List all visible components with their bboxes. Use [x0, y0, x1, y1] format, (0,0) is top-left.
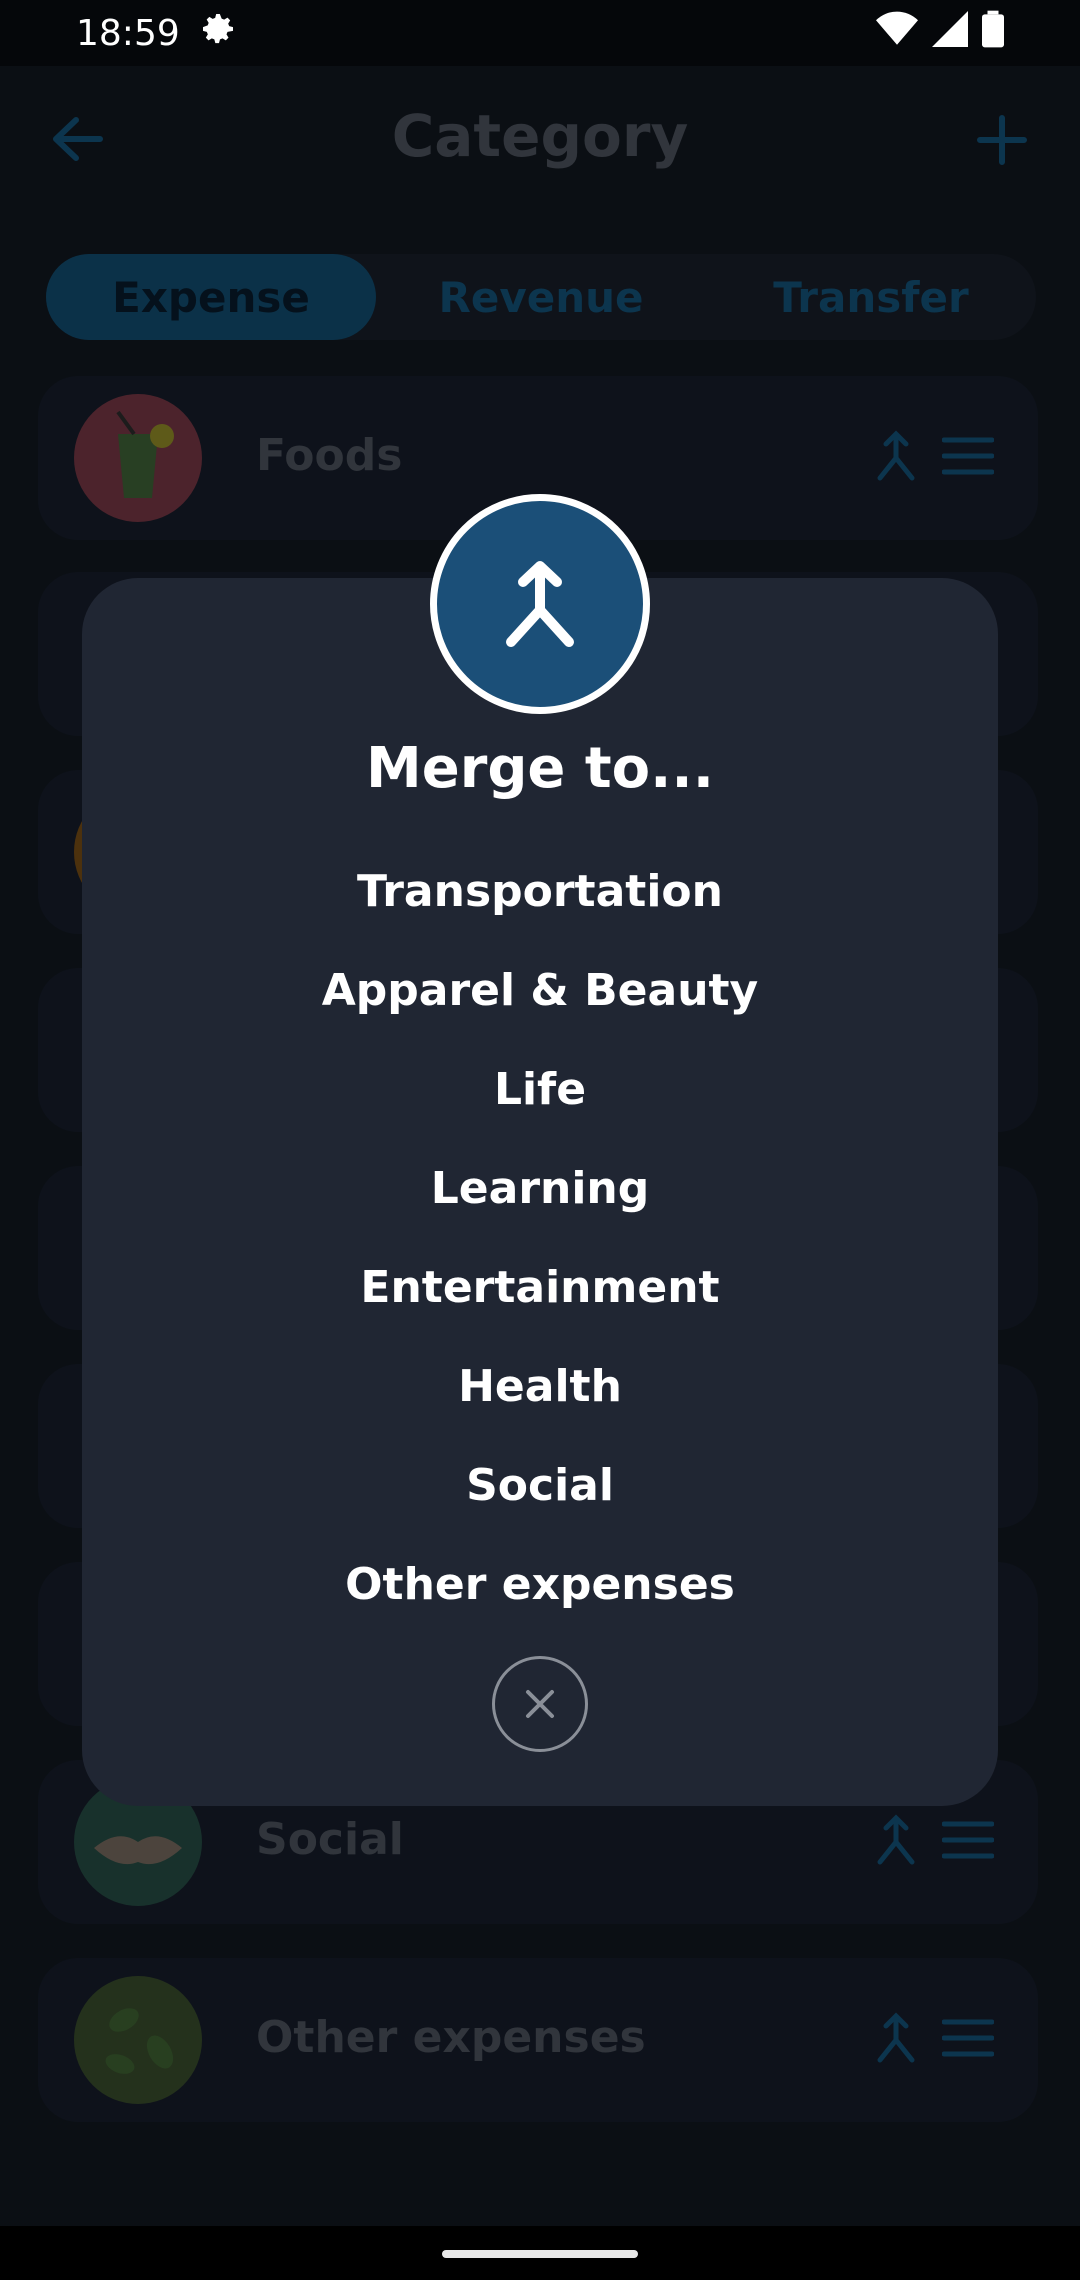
settings-icon	[198, 9, 238, 58]
close-icon	[526, 1690, 554, 1718]
battery-icon	[982, 10, 1004, 57]
merge-icon	[506, 561, 574, 647]
option-learning[interactable]: Learning	[82, 1139, 998, 1238]
wifi-icon	[876, 11, 918, 56]
merge-options-list: Transportation Apparel & Beauty Life Lea…	[82, 842, 998, 1634]
navigation-bar	[0, 2226, 1080, 2280]
signal-icon	[932, 10, 968, 56]
close-dialog-button[interactable]	[492, 1656, 588, 1752]
status-bar: 18:59	[0, 0, 1080, 66]
merge-badge	[430, 494, 650, 714]
option-entertainment[interactable]: Entertainment	[82, 1238, 998, 1337]
option-transportation[interactable]: Transportation	[82, 842, 998, 941]
home-gesture-handle[interactable]	[442, 2250, 638, 2258]
option-life[interactable]: Life	[82, 1040, 998, 1139]
status-time: 18:59	[76, 12, 180, 54]
option-health[interactable]: Health	[82, 1337, 998, 1436]
option-other-expenses[interactable]: Other expenses	[82, 1535, 998, 1634]
option-social[interactable]: Social	[82, 1436, 998, 1535]
option-apparel-beauty[interactable]: Apparel & Beauty	[82, 941, 998, 1040]
dialog-title: Merge to...	[366, 736, 714, 801]
